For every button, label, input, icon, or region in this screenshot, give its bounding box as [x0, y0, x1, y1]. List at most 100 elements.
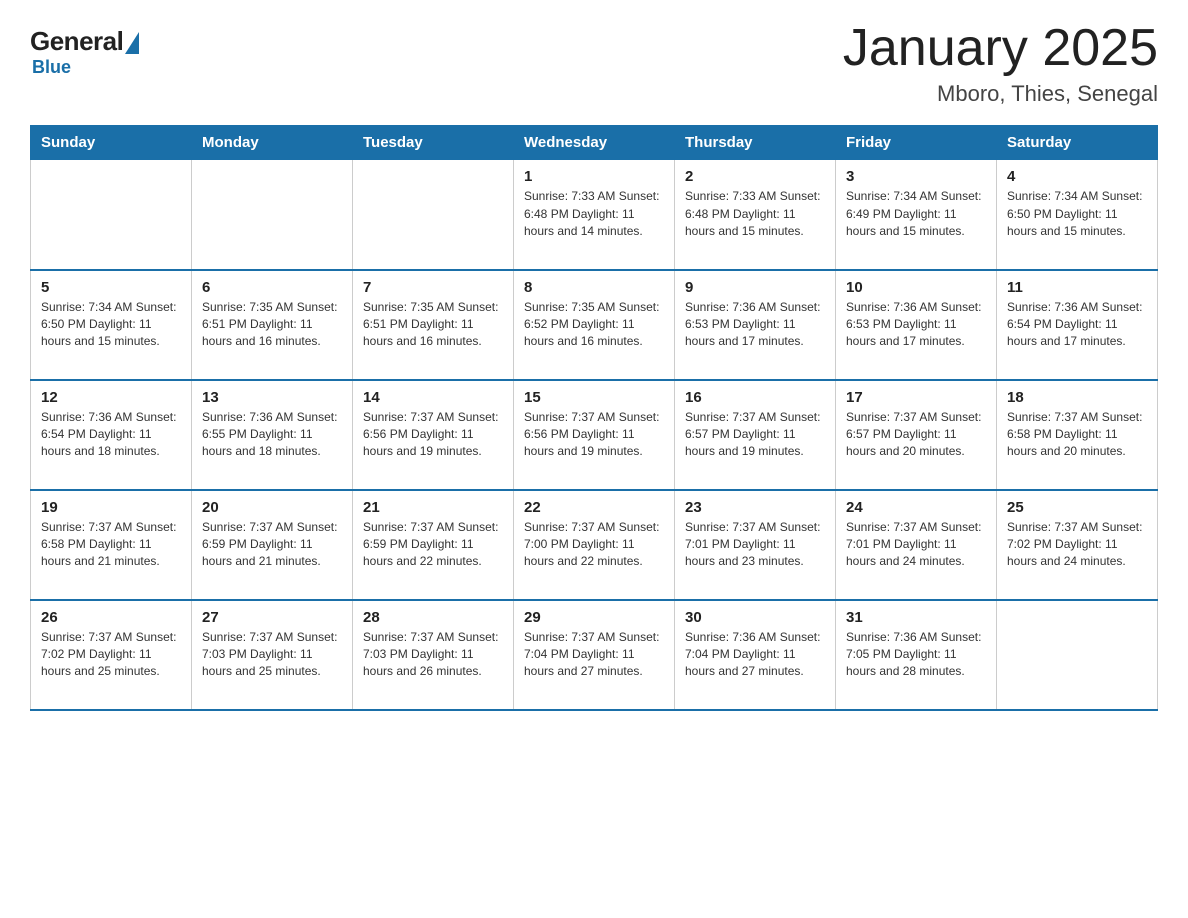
- day-of-week-header: Monday: [192, 126, 353, 160]
- calendar-day-cell: 2 Sunrise: 7:33 AM Sunset: 6:48 PM Daylig…: [675, 160, 836, 270]
- day-number: 23: [685, 499, 825, 516]
- day-info: Sunrise: 7:37 AM Sunset: 6:58 PM Dayligh…: [1007, 409, 1147, 461]
- day-of-week-header: Thursday: [675, 126, 836, 160]
- day-number: 5: [41, 279, 181, 296]
- day-info: Sunrise: 7:34 AM Sunset: 6:49 PM Dayligh…: [846, 188, 986, 240]
- calendar-day-cell: 29 Sunrise: 7:37 AM Sunset: 7:04 PM Dayli…: [514, 600, 675, 710]
- day-of-week-header: Tuesday: [353, 126, 514, 160]
- day-info: Sunrise: 7:36 AM Sunset: 6:54 PM Dayligh…: [1007, 299, 1147, 351]
- day-number: 4: [1007, 168, 1147, 185]
- logo: General Blue: [30, 20, 139, 78]
- calendar-table: SundayMondayTuesdayWednesdayThursdayFrid…: [30, 125, 1158, 711]
- calendar-day-cell: 1Sunrise: 7:33 AM Sunset: 6:48 PM Daylig…: [514, 160, 675, 270]
- day-info: Sunrise: 7:37 AM Sunset: 6:59 PM Dayligh…: [202, 519, 342, 571]
- day-number: 13: [202, 389, 342, 406]
- calendar-day-cell: 26 Sunrise: 7:37 AM Sunset: 7:02 PM Dayli…: [31, 600, 192, 710]
- day-of-week-header: Sunday: [31, 126, 192, 160]
- day-info: Sunrise: 7:36 AM Sunset: 6:53 PM Dayligh…: [685, 299, 825, 351]
- calendar-day-cell: 23 Sunrise: 7:37 AM Sunset: 7:01 PM Dayli…: [675, 490, 836, 600]
- title-block: January 2025 Mboro, Thies, Senegal: [843, 20, 1158, 107]
- day-number: 17: [846, 389, 986, 406]
- calendar-day-cell: 15 Sunrise: 7:37 AM Sunset: 6:56 PM Dayli…: [514, 380, 675, 490]
- day-info: Sunrise: 7:37 AM Sunset: 7:02 PM Dayligh…: [41, 629, 181, 681]
- calendar-day-cell: 7 Sunrise: 7:35 AM Sunset: 6:51 PM Daylig…: [353, 270, 514, 380]
- calendar-week-row: 19Sunrise: 7:37 AM Sunset: 6:58 PM Dayli…: [31, 490, 1158, 600]
- day-info: Sunrise: 7:35 AM Sunset: 6:52 PM Dayligh…: [524, 299, 664, 351]
- day-info: Sunrise: 7:34 AM Sunset: 6:50 PM Dayligh…: [1007, 188, 1147, 240]
- logo-general-text: General: [30, 26, 123, 57]
- day-info: Sunrise: 7:37 AM Sunset: 7:04 PM Dayligh…: [524, 629, 664, 681]
- calendar-day-cell: [997, 600, 1158, 710]
- day-number: 9: [685, 279, 825, 296]
- calendar-day-cell: 30Sunrise: 7:36 AM Sunset: 7:04 PM Dayli…: [675, 600, 836, 710]
- day-info: Sunrise: 7:35 AM Sunset: 6:51 PM Dayligh…: [202, 299, 342, 351]
- day-number: 16: [685, 389, 825, 406]
- day-number: 25: [1007, 499, 1147, 516]
- day-info: Sunrise: 7:35 AM Sunset: 6:51 PM Dayligh…: [363, 299, 503, 351]
- day-number: 29: [524, 609, 664, 626]
- day-info: Sunrise: 7:37 AM Sunset: 7:00 PM Dayligh…: [524, 519, 664, 571]
- day-info: Sunrise: 7:37 AM Sunset: 7:03 PM Dayligh…: [202, 629, 342, 681]
- day-number: 2: [685, 168, 825, 185]
- calendar-day-cell: 25 Sunrise: 7:37 AM Sunset: 7:02 PM Dayli…: [997, 490, 1158, 600]
- day-number: 22: [524, 499, 664, 516]
- calendar-day-cell: 9 Sunrise: 7:36 AM Sunset: 6:53 PM Daylig…: [675, 270, 836, 380]
- day-info: Sunrise: 7:37 AM Sunset: 6:58 PM Dayligh…: [41, 519, 181, 571]
- day-number: 14: [363, 389, 503, 406]
- calendar-day-cell: 27 Sunrise: 7:37 AM Sunset: 7:03 PM Dayli…: [192, 600, 353, 710]
- day-number: 21: [363, 499, 503, 516]
- day-info: Sunrise: 7:36 AM Sunset: 7:05 PM Dayligh…: [846, 629, 986, 681]
- calendar-week-row: 12Sunrise: 7:36 AM Sunset: 6:54 PM Dayli…: [31, 380, 1158, 490]
- day-number: 11: [1007, 279, 1147, 296]
- logo-triangle-icon: [125, 32, 139, 54]
- day-number: 27: [202, 609, 342, 626]
- day-number: 30: [685, 609, 825, 626]
- calendar-day-cell: 8 Sunrise: 7:35 AM Sunset: 6:52 PM Daylig…: [514, 270, 675, 380]
- calendar-day-cell: 24Sunrise: 7:37 AM Sunset: 7:01 PM Dayli…: [836, 490, 997, 600]
- day-number: 28: [363, 609, 503, 626]
- calendar-week-row: 5 Sunrise: 7:34 AM Sunset: 6:50 PM Daylig…: [31, 270, 1158, 380]
- calendar-day-cell: 6 Sunrise: 7:35 AM Sunset: 6:51 PM Daylig…: [192, 270, 353, 380]
- day-number: 12: [41, 389, 181, 406]
- calendar-week-row: 26 Sunrise: 7:37 AM Sunset: 7:02 PM Dayli…: [31, 600, 1158, 710]
- day-info: Sunrise: 7:37 AM Sunset: 7:01 PM Dayligh…: [685, 519, 825, 571]
- day-number: 20: [202, 499, 342, 516]
- calendar-day-cell: 22 Sunrise: 7:37 AM Sunset: 7:00 PM Dayli…: [514, 490, 675, 600]
- day-number: 26: [41, 609, 181, 626]
- logo-blue-text: Blue: [32, 57, 71, 78]
- day-info: Sunrise: 7:37 AM Sunset: 6:56 PM Dayligh…: [524, 409, 664, 461]
- day-number: 18: [1007, 389, 1147, 406]
- calendar-week-row: 1Sunrise: 7:33 AM Sunset: 6:48 PM Daylig…: [31, 160, 1158, 270]
- day-number: 15: [524, 389, 664, 406]
- calendar-day-cell: 11 Sunrise: 7:36 AM Sunset: 6:54 PM Dayli…: [997, 270, 1158, 380]
- day-number: 7: [363, 279, 503, 296]
- calendar-title: January 2025: [843, 20, 1158, 77]
- calendar-day-cell: 17Sunrise: 7:37 AM Sunset: 6:57 PM Dayli…: [836, 380, 997, 490]
- calendar-day-cell: 4 Sunrise: 7:34 AM Sunset: 6:50 PM Daylig…: [997, 160, 1158, 270]
- day-number: 24: [846, 499, 986, 516]
- day-info: Sunrise: 7:37 AM Sunset: 7:03 PM Dayligh…: [363, 629, 503, 681]
- calendar-day-cell: 14 Sunrise: 7:37 AM Sunset: 6:56 PM Dayli…: [353, 380, 514, 490]
- day-info: Sunrise: 7:37 AM Sunset: 6:59 PM Dayligh…: [363, 519, 503, 571]
- calendar-day-cell: 20 Sunrise: 7:37 AM Sunset: 6:59 PM Dayli…: [192, 490, 353, 600]
- calendar-day-cell: 31Sunrise: 7:36 AM Sunset: 7:05 PM Dayli…: [836, 600, 997, 710]
- day-of-week-header: Friday: [836, 126, 997, 160]
- calendar-day-cell: 19Sunrise: 7:37 AM Sunset: 6:58 PM Dayli…: [31, 490, 192, 600]
- calendar-day-cell: 5 Sunrise: 7:34 AM Sunset: 6:50 PM Daylig…: [31, 270, 192, 380]
- calendar-day-cell: 16 Sunrise: 7:37 AM Sunset: 6:57 PM Dayli…: [675, 380, 836, 490]
- day-info: Sunrise: 7:36 AM Sunset: 6:53 PM Dayligh…: [846, 299, 986, 351]
- day-info: Sunrise: 7:33 AM Sunset: 6:48 PM Dayligh…: [685, 188, 825, 240]
- day-info: Sunrise: 7:33 AM Sunset: 6:48 PM Dayligh…: [524, 188, 664, 240]
- calendar-day-cell: [192, 160, 353, 270]
- day-number: 6: [202, 279, 342, 296]
- calendar-day-cell: 10Sunrise: 7:36 AM Sunset: 6:53 PM Dayli…: [836, 270, 997, 380]
- day-info: Sunrise: 7:37 AM Sunset: 7:02 PM Dayligh…: [1007, 519, 1147, 571]
- calendar-day-cell: [31, 160, 192, 270]
- calendar-day-cell: 13Sunrise: 7:36 AM Sunset: 6:55 PM Dayli…: [192, 380, 353, 490]
- calendar-day-cell: [353, 160, 514, 270]
- calendar-day-cell: 3Sunrise: 7:34 AM Sunset: 6:49 PM Daylig…: [836, 160, 997, 270]
- day-info: Sunrise: 7:37 AM Sunset: 6:57 PM Dayligh…: [685, 409, 825, 461]
- day-info: Sunrise: 7:37 AM Sunset: 6:56 PM Dayligh…: [363, 409, 503, 461]
- day-info: Sunrise: 7:34 AM Sunset: 6:50 PM Dayligh…: [41, 299, 181, 351]
- day-number: 8: [524, 279, 664, 296]
